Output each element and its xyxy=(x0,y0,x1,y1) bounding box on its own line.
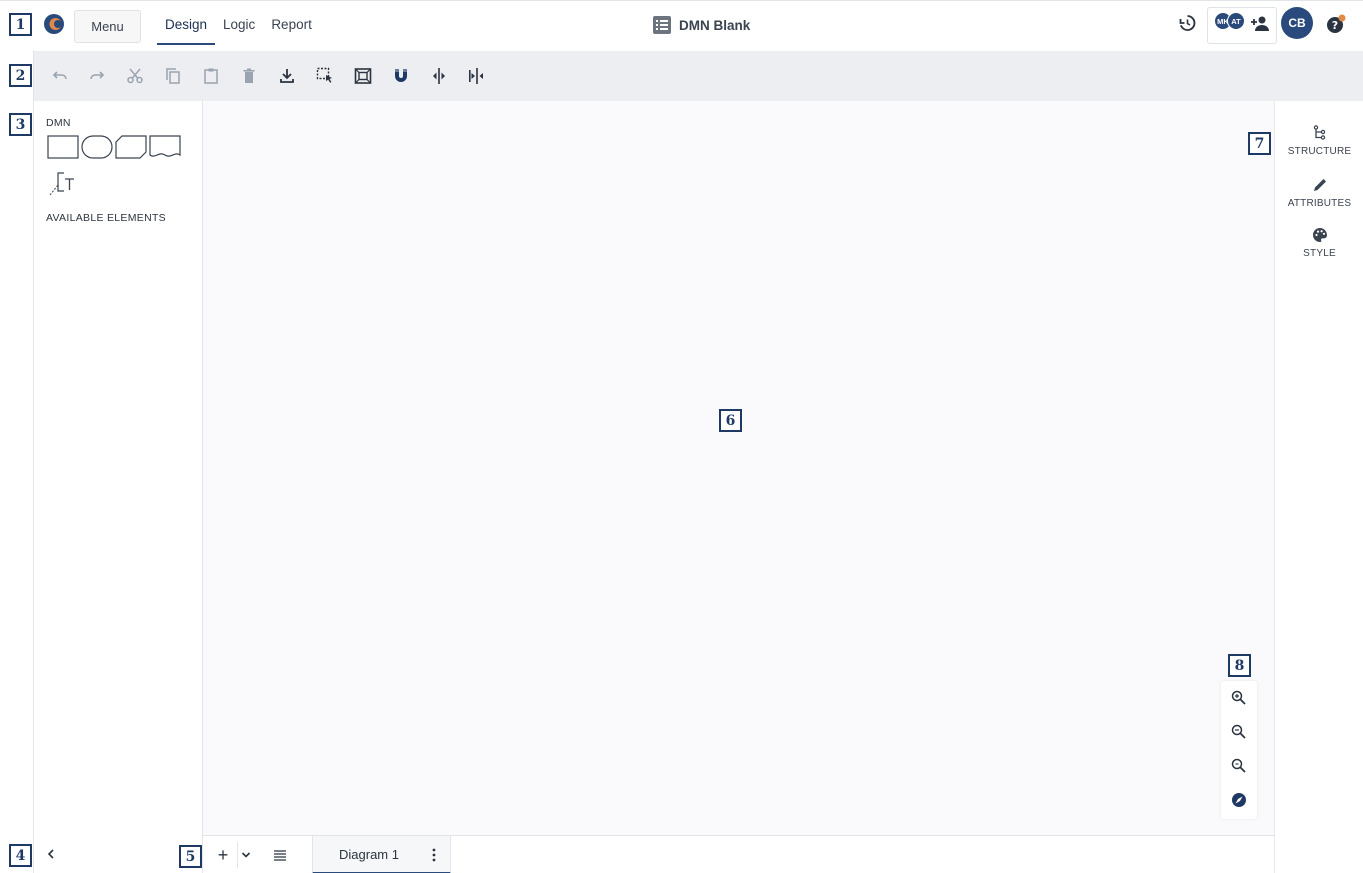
app-logo-icon[interactable] xyxy=(42,12,66,36)
document-title[interactable]: DMN Blank xyxy=(653,16,750,34)
knowledge-source-shape-icon[interactable] xyxy=(149,135,181,159)
cut-icon[interactable] xyxy=(126,67,144,85)
marker-7: 7 xyxy=(1248,132,1271,155)
collapse-panel-chevron-icon[interactable] xyxy=(45,848,57,860)
paste-icon[interactable] xyxy=(202,67,220,85)
distribute-horizontal-icon[interactable] xyxy=(430,67,448,85)
header: Menu Design Logic Report DMN Blank MK AT… xyxy=(0,0,1363,50)
palette-heading: DMN xyxy=(46,117,71,129)
add-diagram-button[interactable]: + xyxy=(209,838,237,872)
text-annotation-shape-icon[interactable] xyxy=(48,171,78,197)
zoom-reset-icon[interactable] xyxy=(1230,757,1248,775)
chevron-down-icon xyxy=(241,852,251,858)
add-user-icon[interactable] xyxy=(1250,15,1270,31)
attributes-label: ATTRIBUTES xyxy=(1287,198,1352,209)
diagram-tabs-bar: + Diagram 1 xyxy=(203,835,1274,873)
delete-icon[interactable] xyxy=(240,67,258,85)
diagram-tab-label: Diagram 1 xyxy=(339,847,399,862)
tab-logic[interactable]: Logic xyxy=(215,1,263,45)
marker-5: 5 xyxy=(179,845,202,868)
shape-palette: DMN AVAILABLE ELEMENTS xyxy=(34,101,203,835)
history-icon[interactable] xyxy=(1177,13,1197,33)
pencil-icon xyxy=(1313,179,1326,191)
zoom-controls xyxy=(1221,681,1257,819)
style-panel-button[interactable]: STYLE xyxy=(1275,227,1363,259)
more-options-icon[interactable] xyxy=(430,847,438,863)
toolbar xyxy=(34,51,1363,101)
available-elements-heading: AVAILABLE ELEMENTS xyxy=(46,212,166,224)
style-label: STYLE xyxy=(1303,248,1336,259)
decision-shape-icon[interactable] xyxy=(47,135,79,159)
diagram-list-icon[interactable] xyxy=(273,848,287,862)
menu-button[interactable]: Menu xyxy=(74,10,141,43)
user-avatar[interactable]: CB xyxy=(1281,7,1313,39)
input-data-shape-icon[interactable] xyxy=(81,135,113,159)
palette-icon xyxy=(1312,228,1327,242)
zoom-in-icon[interactable] xyxy=(1230,689,1248,707)
distribute-spacing-icon[interactable] xyxy=(468,67,486,85)
structure-icon xyxy=(1313,125,1325,140)
marker-8: 8 xyxy=(1228,654,1251,677)
fit-to-frame-icon[interactable] xyxy=(354,67,372,85)
add-diagram-dropdown[interactable] xyxy=(237,842,253,868)
palette-footer xyxy=(34,835,203,873)
tab-report[interactable]: Report xyxy=(263,1,320,45)
redo-icon[interactable] xyxy=(88,67,106,85)
diagram-tab-1[interactable]: Diagram 1 xyxy=(312,836,451,873)
properties-panel: STRUCTURE ATTRIBUTES STYLE xyxy=(1274,101,1363,873)
collaborator-avatar-at[interactable]: AT xyxy=(1227,12,1245,30)
document-list-icon xyxy=(653,16,671,34)
marker-1: 1 xyxy=(9,13,32,36)
attributes-panel-button[interactable]: ATTRIBUTES xyxy=(1275,177,1363,209)
select-area-icon[interactable] xyxy=(316,67,334,85)
diagram-canvas[interactable] xyxy=(203,101,1274,835)
svg-text:?: ? xyxy=(1332,19,1338,32)
navigator-compass-icon[interactable] xyxy=(1230,791,1248,809)
undo-icon[interactable] xyxy=(51,67,69,85)
copy-icon[interactable] xyxy=(164,67,182,85)
zoom-out-icon[interactable] xyxy=(1230,723,1248,741)
main-tabs: Design Logic Report xyxy=(157,1,320,45)
snap-magnet-icon[interactable] xyxy=(392,67,410,85)
marker-2: 2 xyxy=(9,64,32,87)
tab-design[interactable]: Design xyxy=(157,1,216,45)
structure-label: STRUCTURE xyxy=(1287,146,1352,157)
marker-3: 3 xyxy=(9,113,32,136)
structure-panel-button[interactable]: STRUCTURE xyxy=(1275,125,1363,157)
marker-6: 6 xyxy=(719,409,742,432)
download-icon[interactable] xyxy=(278,67,296,85)
document-title-text: DMN Blank xyxy=(679,17,751,33)
business-knowledge-model-shape-icon[interactable] xyxy=(115,135,147,159)
help-icon[interactable]: ? xyxy=(1326,14,1346,34)
marker-4: 4 xyxy=(9,844,32,867)
